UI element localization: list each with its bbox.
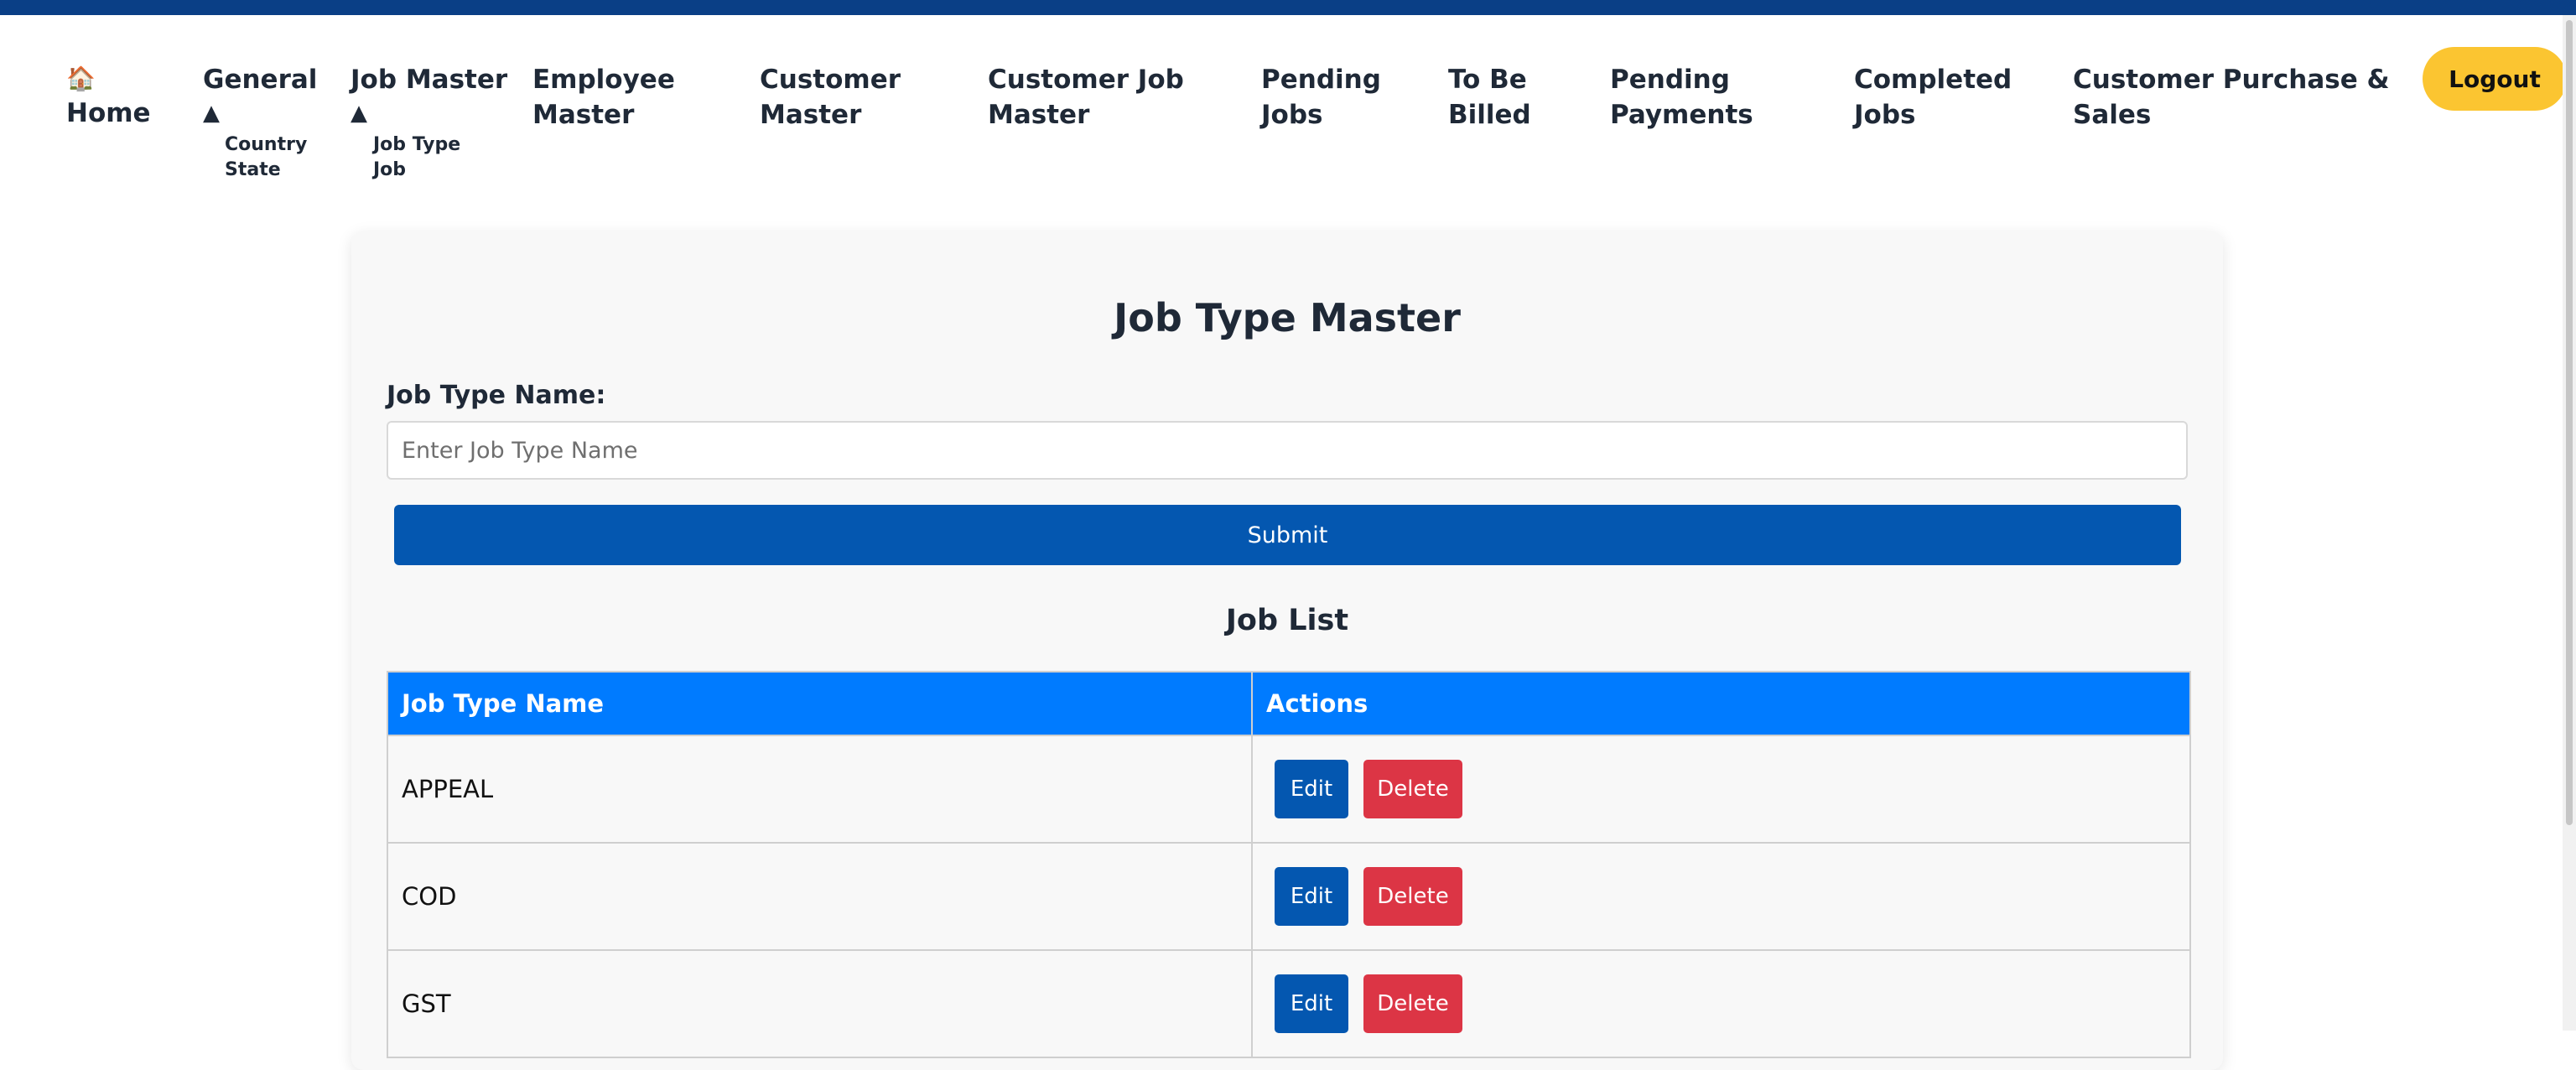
table-header-row: Job Type Name Actions xyxy=(387,671,2191,736)
nav-general-label: General xyxy=(203,65,318,95)
edit-button[interactable]: Edit xyxy=(1275,760,1348,818)
actions-cell: Edit Delete xyxy=(1251,949,2191,1058)
nav-customer-job-master[interactable]: Customer Job Master xyxy=(988,62,1184,132)
job-type-card: Job Type Master Job Type Name: Submit Jo… xyxy=(351,231,2223,1070)
job-list-table: Job Type Name Actions APPEAL Edit Delete … xyxy=(387,671,2191,1058)
submit-button[interactable]: Submit xyxy=(394,505,2181,565)
nav-pending-payments-line2: Payments xyxy=(1610,100,1753,130)
edit-button[interactable]: Edit xyxy=(1275,974,1348,1033)
submenu-item-country[interactable]: Country xyxy=(225,132,307,158)
nav-job-master[interactable]: Job Master ▲ xyxy=(351,62,507,129)
nav-completed-jobs-line2: Jobs xyxy=(1854,100,1916,130)
submenu-item-state[interactable]: State xyxy=(225,158,307,183)
nav-to-be-billed[interactable]: To Be Billed xyxy=(1448,62,1531,132)
nav-customer-master-line1: Customer xyxy=(760,65,901,95)
nav-home-label: Home xyxy=(66,98,151,128)
edit-button[interactable]: Edit xyxy=(1275,867,1348,926)
nav-to-be-billed-line2: Billed xyxy=(1448,100,1531,130)
nav-pending-payments[interactable]: Pending Payments xyxy=(1610,62,1753,132)
nav-customer-purchase-line2: Sales xyxy=(2073,100,2152,130)
logout-button[interactable]: Logout xyxy=(2423,47,2567,111)
top-accent-bar xyxy=(0,0,2576,15)
column-header-job-type-name: Job Type Name xyxy=(387,671,1253,736)
nav-customer-job-master-line2: Master xyxy=(988,100,1090,130)
nav-pending-payments-line1: Pending xyxy=(1610,65,1730,95)
delete-button[interactable]: Delete xyxy=(1363,867,1462,926)
job-type-name-input[interactable] xyxy=(387,421,2188,480)
nav-employee-master-line2: Master xyxy=(532,100,635,130)
table-row: APPEAL Edit Delete xyxy=(387,735,2191,844)
nav-customer-master[interactable]: Customer Master xyxy=(760,62,901,132)
nav-to-be-billed-line1: To Be xyxy=(1448,65,1527,95)
delete-button[interactable]: Delete xyxy=(1363,974,1462,1033)
nav-customer-job-master-line1: Customer Job xyxy=(988,65,1184,95)
table-row: COD Edit Delete xyxy=(387,842,2191,951)
main-navigation: 🏠 Home General ▲ Country State Job Maste… xyxy=(0,15,2576,208)
caret-up-icon: ▲ xyxy=(351,101,367,126)
nav-customer-purchase-line1: Customer Purchase & xyxy=(2073,65,2390,95)
nav-completed-jobs-line1: Completed xyxy=(1854,65,2012,95)
table-row: GST Edit Delete xyxy=(387,949,2191,1058)
nav-customer-master-line2: Master xyxy=(760,100,862,130)
nav-completed-jobs[interactable]: Completed Jobs xyxy=(1854,62,2012,132)
nav-pending-jobs-line1: Pending xyxy=(1261,65,1381,95)
general-submenu: Country State xyxy=(225,132,307,183)
nav-customer-purchase-sales[interactable]: Customer Purchase & Sales xyxy=(2073,62,2390,132)
nav-employee-master[interactable]: Employee Master xyxy=(532,62,675,132)
nav-pending-jobs-line2: Jobs xyxy=(1261,100,1323,130)
job-type-name-cell: COD xyxy=(387,842,1253,951)
actions-cell: Edit Delete xyxy=(1251,735,2191,844)
actions-cell: Edit Delete xyxy=(1251,842,2191,951)
column-header-actions: Actions xyxy=(1251,671,2191,736)
nav-pending-jobs[interactable]: Pending Jobs xyxy=(1261,62,1381,132)
scrollbar-thumb[interactable] xyxy=(2566,20,2573,825)
submenu-item-job-type[interactable]: Job Type xyxy=(373,132,460,158)
delete-button[interactable]: Delete xyxy=(1363,760,1462,818)
nav-employee-master-line1: Employee xyxy=(532,65,675,95)
job-type-name-label: Job Type Name: xyxy=(387,381,606,410)
job-list-title: Job List xyxy=(1225,604,1349,637)
submenu-item-job[interactable]: Job xyxy=(373,158,460,183)
job-type-name-cell: GST xyxy=(387,949,1253,1058)
nav-home[interactable]: 🏠 Home xyxy=(66,62,151,131)
caret-up-icon: ▲ xyxy=(203,101,220,126)
job-type-name-cell: APPEAL xyxy=(387,735,1253,844)
page-title: Job Type Master xyxy=(1114,295,1461,340)
job-master-submenu: Job Type Job xyxy=(373,132,460,183)
nav-general[interactable]: General ▲ xyxy=(203,62,317,129)
home-icon: 🏠 xyxy=(66,65,96,92)
nav-job-master-label: Job Master xyxy=(351,65,508,95)
